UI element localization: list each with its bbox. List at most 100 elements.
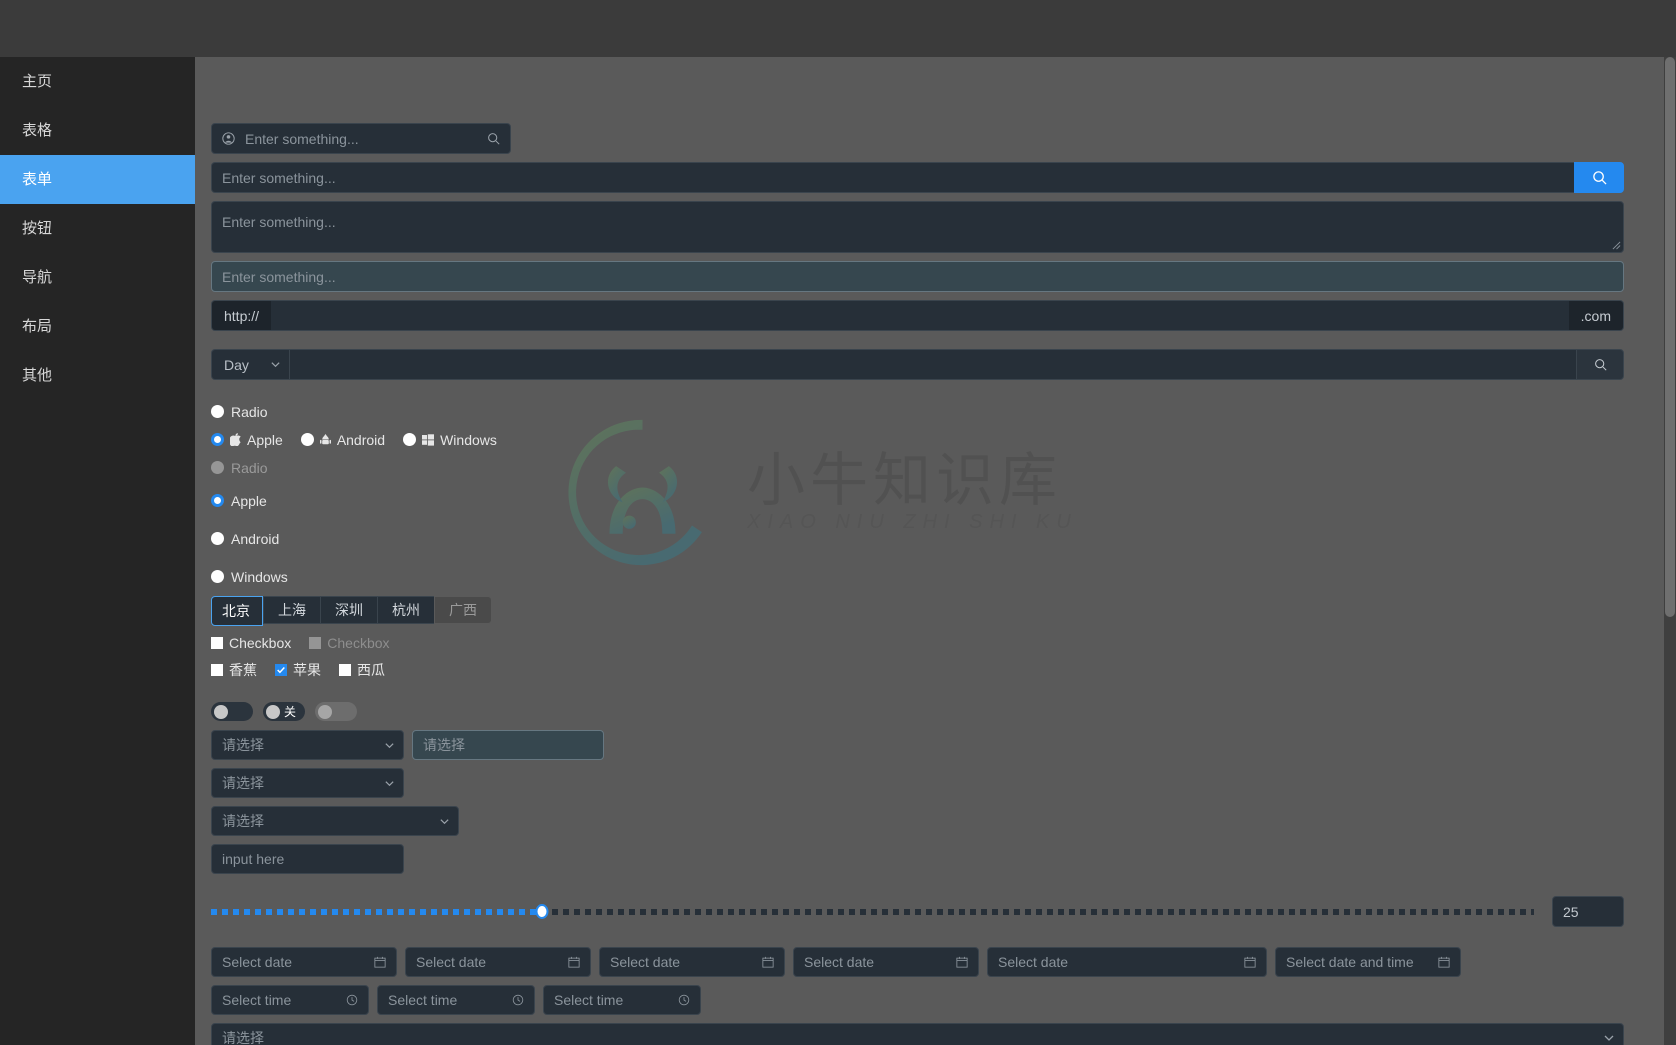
time-picker-3[interactable]: Select time: [543, 985, 701, 1015]
search-button[interactable]: [1574, 162, 1624, 193]
day-search-button[interactable]: [1576, 349, 1624, 380]
radio-label: Apple: [247, 431, 283, 448]
date-picker-row: Select date Select date Select date Sele…: [211, 947, 1624, 977]
date-picker-5[interactable]: Select date: [987, 947, 1267, 977]
url-prefix-addon: http://: [211, 300, 272, 331]
main-content: Enter something... Enter something... En…: [195, 57, 1676, 1045]
radio-label: Radio: [231, 403, 268, 420]
select-3[interactable]: 请选择: [211, 768, 404, 798]
radio-indicator[interactable]: [211, 433, 224, 446]
day-input[interactable]: [289, 349, 1576, 380]
city-radio-button-group: 北京 上海 深圳 杭州 广西: [211, 596, 1624, 626]
city-button-shenzhen[interactable]: 深圳: [320, 596, 377, 624]
sidebar-item-nav[interactable]: 导航: [0, 253, 195, 302]
checkbox-indicator[interactable]: [211, 664, 223, 676]
city-button-hangzhou[interactable]: 杭州: [377, 596, 434, 624]
url-input-group: http:// .com: [211, 300, 1624, 331]
calendar-icon: [956, 956, 968, 968]
radio-label: Windows: [440, 431, 497, 448]
sidebar-item-table[interactable]: 表格: [0, 106, 195, 155]
checkbox-item-disabled: Checkbox: [309, 635, 390, 651]
date-picker-1[interactable]: Select date: [211, 947, 397, 977]
wide-select[interactable]: 请选择: [211, 1023, 1624, 1045]
focused-input[interactable]: Enter something...: [211, 261, 1624, 292]
chevron-down-icon: [440, 818, 449, 824]
search-icon: [1592, 170, 1607, 185]
slider-value: 25: [1563, 903, 1579, 920]
search-icon[interactable]: [487, 132, 500, 145]
slider-handle[interactable]: [535, 904, 549, 919]
day-select[interactable]: Day: [211, 349, 289, 380]
date-picker-2[interactable]: Select date: [405, 947, 591, 977]
time-picker-1[interactable]: Select time: [211, 985, 369, 1015]
time-picker-row: Select time Select time Select time: [211, 985, 1624, 1015]
radio-indicator[interactable]: [403, 433, 417, 446]
radio-vertical-apple[interactable]: Apple: [211, 491, 1624, 510]
time-placeholder: Select time: [554, 992, 624, 1008]
plain-input[interactable]: input here: [211, 844, 404, 874]
radio-vertical-android[interactable]: Android: [211, 529, 1624, 548]
select-1[interactable]: 请选择: [211, 730, 404, 760]
wide-select-placeholder: 请选择: [222, 1030, 264, 1045]
sidebar-item-other[interactable]: 其他: [0, 351, 195, 400]
select-2-focused[interactable]: 请选择: [412, 730, 604, 760]
chevron-down-icon: [271, 362, 280, 368]
calendar-icon: [568, 956, 580, 968]
textarea-field[interactable]: Enter something...: [211, 201, 1624, 253]
radio-indicator[interactable]: [211, 405, 224, 418]
checkbox-item-apple[interactable]: 苹果: [275, 660, 321, 680]
checkbox-indicator[interactable]: [275, 664, 287, 676]
switch-plain[interactable]: [211, 702, 253, 721]
checkbox-indicator[interactable]: [339, 664, 351, 676]
date-placeholder: Select date: [416, 954, 487, 970]
apple-icon: [230, 433, 241, 446]
switch-knob: [266, 704, 280, 719]
checkbox-label: Checkbox: [229, 635, 292, 651]
radio-option-windows[interactable]: Windows: [403, 432, 497, 448]
checkbox-item-watermelon[interactable]: 西瓜: [339, 660, 385, 680]
input-with-icons[interactable]: Enter something...: [211, 123, 511, 154]
calendar-icon: [374, 956, 386, 968]
checkbox-label: 西瓜: [357, 662, 385, 678]
radio-indicator[interactable]: [211, 494, 224, 507]
radio-indicator[interactable]: [211, 532, 224, 545]
url-input[interactable]: [271, 300, 1569, 331]
radio-single[interactable]: Radio: [211, 402, 1624, 421]
clock-icon: [512, 994, 524, 1006]
date-placeholder: Select date: [998, 954, 1069, 970]
radio-label: Android: [336, 431, 386, 448]
switch-labeled[interactable]: 关: [263, 702, 305, 721]
radio-section: Radio Apple Android Windows Radio Apple …: [211, 402, 1624, 586]
sidebar-item-button[interactable]: 按钮: [0, 204, 195, 253]
page-scrollbar-thumb[interactable]: [1665, 57, 1675, 617]
radio-vertical-windows[interactable]: Windows: [211, 567, 1624, 586]
city-button-shanghai[interactable]: 上海: [263, 596, 320, 624]
radio-indicator[interactable]: [211, 570, 224, 583]
resize-grip-icon[interactable]: [1612, 241, 1621, 250]
city-button-beijing[interactable]: 北京: [211, 596, 263, 626]
date-picker-4[interactable]: Select date: [793, 947, 979, 977]
page-scrollbar[interactable]: [1664, 57, 1676, 1045]
search-input[interactable]: Enter something...: [211, 162, 1574, 193]
radio-option-apple[interactable]: Apple: [211, 432, 283, 448]
slider-value-input[interactable]: 25: [1552, 896, 1624, 927]
sidebar-item-form[interactable]: 表单: [0, 155, 195, 204]
select-4[interactable]: 请选择: [211, 806, 459, 836]
checkbox-indicator[interactable]: [211, 637, 223, 649]
datetime-placeholder: Select date and time: [1286, 954, 1414, 970]
sidebar-item-home[interactable]: 主页: [0, 57, 195, 106]
radio-label: Windows: [231, 568, 288, 585]
focused-input-placeholder: Enter something...: [222, 268, 336, 285]
date-picker-3[interactable]: Select date: [599, 947, 785, 977]
checkbox-item[interactable]: Checkbox: [211, 635, 291, 651]
time-picker-2[interactable]: Select time: [377, 985, 535, 1015]
checkbox-row-2: 香蕉 苹果 西瓜: [211, 660, 1624, 680]
radio-indicator[interactable]: [300, 433, 314, 446]
radio-option-android[interactable]: Android: [300, 431, 386, 448]
slider[interactable]: [211, 901, 1534, 923]
search-icon: [1594, 359, 1607, 371]
checkbox-item-banana[interactable]: 香蕉: [211, 660, 257, 680]
sidebar-item-layout[interactable]: 布局: [0, 302, 195, 351]
android-icon: [319, 434, 331, 445]
datetime-picker[interactable]: Select date and time: [1275, 947, 1461, 977]
